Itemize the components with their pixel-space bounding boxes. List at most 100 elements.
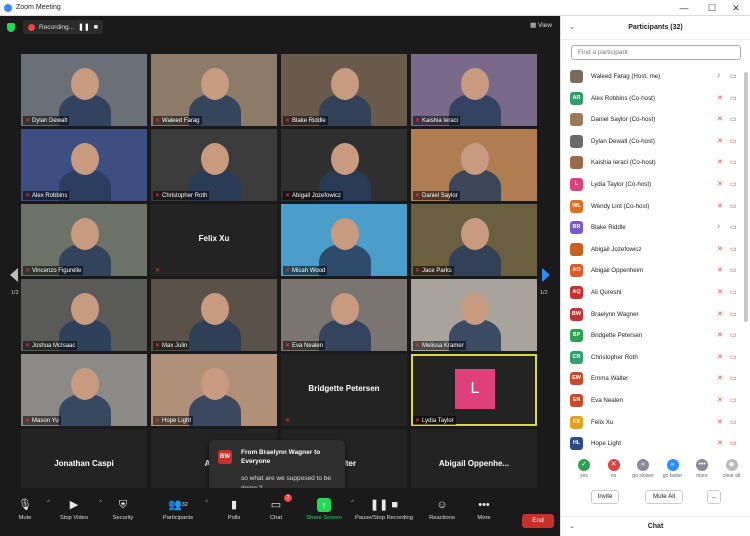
- participant-name-label: ✕ Jace Parks: [413, 266, 454, 275]
- video-tile[interactable]: ✕ Joshua McIsaac: [21, 279, 147, 351]
- page-indicator-left: 1/2: [11, 290, 19, 296]
- muted-mic-icon: ✕: [717, 332, 723, 340]
- video-camera-icon: ▭: [730, 73, 737, 80]
- participant-name: Joshua McIsaac: [32, 343, 76, 349]
- participant-name: Alex Robbins: [32, 193, 68, 199]
- more-options-button[interactable]: ...: [707, 490, 721, 504]
- chevron-up-icon[interactable]: ^: [99, 500, 102, 506]
- participant-row[interactable]: L Lydia Taylor (Co-host) ✕ ▭: [561, 174, 743, 195]
- participant-row[interactable]: BW Braelynn Wagner ✕ ▭: [561, 304, 743, 325]
- participant-row[interactable]: WL Wendy Lint (Co-host) ✕ ▭: [561, 196, 743, 217]
- video-tile[interactable]: ✕ Dylan Dewalt: [21, 54, 147, 126]
- participant-list-scrollbar[interactable]: [744, 72, 748, 322]
- zoom-logo-icon: [4, 3, 12, 12]
- participant-row[interactable]: Dylan Dewalt (Co-host) ✕ ▭: [561, 131, 743, 152]
- participant-row[interactable]: Abigail Jozefowicz ✕ ▭: [561, 239, 743, 260]
- video-tile[interactable]: ✕ Christopher Roth: [151, 129, 277, 201]
- participant-search-input[interactable]: [571, 45, 741, 60]
- minimize-button[interactable]: —: [670, 0, 698, 16]
- mute-all-button[interactable]: Mute All: [645, 490, 683, 504]
- pause-recording-icon[interactable]: ❚❚: [78, 23, 90, 31]
- next-page-icon[interactable]: [542, 268, 550, 282]
- more-button[interactable]: ••• More: [470, 488, 498, 536]
- chevron-down-icon[interactable]: ⌄: [569, 517, 575, 536]
- participant-avatar: BW: [570, 307, 583, 321]
- previous-page-icon[interactable]: [10, 268, 18, 282]
- video-tile[interactable]: ✕ Blake Riddle: [281, 54, 407, 126]
- video-tile[interactable]: ✕ Hope Light: [151, 354, 277, 426]
- share-screen-button[interactable]: ↑ Share Screen ^: [302, 488, 354, 536]
- muted-mic-icon: ✕: [285, 418, 291, 424]
- reaction-label: go slower: [632, 473, 654, 479]
- participant-row[interactable]: Waleed Farag (Host, me) ♪ ▭: [561, 66, 743, 87]
- video-tile[interactable]: ✕ Micah Wood: [281, 204, 407, 276]
- video-tile[interactable]: ✕ Jace Parks: [411, 204, 537, 276]
- chat-button[interactable]: ▭ 2 Chat: [262, 488, 292, 536]
- reactions-button[interactable]: ☺ Reactions: [424, 488, 460, 536]
- video-tile[interactable]: Felix Xu ✕: [151, 204, 277, 276]
- video-tile[interactable]: ✕ Daniel Saylor: [411, 129, 537, 201]
- microphone-icon: ♪: [717, 223, 721, 231]
- end-meeting-button[interactable]: End: [522, 514, 554, 528]
- muted-mic-icon: ✕: [717, 289, 723, 296]
- participant-face: [71, 293, 99, 325]
- video-tile[interactable]: ✕ Waleed Farag: [151, 54, 277, 126]
- reaction-button[interactable]: » go faster: [658, 458, 688, 479]
- participants-button[interactable]: 👥32 Participants ^: [156, 488, 208, 536]
- chevron-up-icon[interactable]: ^: [205, 500, 208, 506]
- participant-row[interactable]: Kaishia Ieraci (Co-host) ✕ ▭: [561, 152, 743, 173]
- polls-button[interactable]: ▮ Polls: [220, 488, 248, 536]
- chevron-up-icon[interactable]: ^: [47, 500, 50, 506]
- video-tile[interactable]: ✕ Melissa Kramer: [411, 279, 537, 351]
- chat-section-header[interactable]: ⌄ Chat: [561, 516, 750, 536]
- participant-row[interactable]: BR Blake Riddle ♪ ▭: [561, 217, 743, 238]
- participant-row[interactable]: CR Christopher Roth ✕ ▭: [561, 347, 743, 368]
- reaction-button[interactable]: ••• more: [687, 458, 717, 479]
- shield-icon[interactable]: [7, 22, 15, 32]
- security-button[interactable]: ⛨ Security: [106, 488, 140, 536]
- view-button[interactable]: ▦ View: [530, 21, 552, 29]
- chat-section-title: Chat: [647, 523, 664, 530]
- participant-row[interactable]: BP Bridgette Petersen ✕ ▭: [561, 325, 743, 346]
- participant-row[interactable]: EN Eva Nealen ✕ ▭: [561, 390, 743, 411]
- video-tile[interactable]: ✕ Eva Nealen: [281, 279, 407, 351]
- reaction-button[interactable]: « go slower: [628, 458, 658, 479]
- participant-row[interactable]: AO Abigail Oppenheim ✕ ▭: [561, 260, 743, 281]
- muted-mic-icon: ✕: [155, 118, 161, 124]
- participant-row[interactable]: HL Hope Light ✕ ▭: [561, 433, 743, 454]
- mute-button[interactable]: 🎙 Mute ^: [8, 488, 50, 536]
- participant-name: Felix Xu: [591, 418, 614, 426]
- nonverbal-feedback-row: ✓ yes ✕ no « go slower » go faster ••• more ◆ clear…: [561, 458, 750, 488]
- video-tile[interactable]: ✕ Max Julin: [151, 279, 277, 351]
- chevron-down-icon[interactable]: ⌄: [569, 16, 575, 40]
- participant-face: [71, 218, 99, 250]
- security-label: Security: [112, 515, 134, 521]
- video-tile[interactable]: L ✕ Lydia Taylor: [411, 354, 537, 426]
- participant-name: Kaishia Ieraci: [422, 118, 459, 124]
- reaction-button[interactable]: ◆ clear all: [717, 458, 747, 479]
- participant-avatar: [570, 156, 583, 170]
- stop-video-button[interactable]: ▶ Stop Video ^: [54, 488, 102, 536]
- reaction-button[interactable]: ✓ yes: [569, 458, 599, 479]
- close-button[interactable]: ✕: [722, 0, 750, 16]
- participant-row[interactable]: EW Emma Walter ✕ ▭: [561, 368, 743, 389]
- video-tile[interactable]: ✕ Mason Yu: [21, 354, 147, 426]
- muted-mic-icon: ✕: [285, 193, 291, 199]
- invite-button[interactable]: Invite: [591, 490, 619, 504]
- participant-avatar: [570, 70, 583, 83]
- muted-mic-icon: ✕: [717, 440, 723, 448]
- participant-face: [331, 293, 359, 325]
- video-tile[interactable]: ✕ Alex Robbins: [21, 129, 147, 201]
- reaction-button[interactable]: ✕ no: [599, 458, 629, 479]
- participant-row[interactable]: Daniel Saylor (Co-host) ✕ ▭: [561, 109, 743, 130]
- participant-name: Blake Riddle: [591, 224, 626, 232]
- video-tile[interactable]: Bridgette Petersen ✕: [281, 354, 407, 426]
- video-tile[interactable]: ✕ Kaishia Ieraci: [411, 54, 537, 126]
- participant-row[interactable]: AQ Ali Qureshi ✕ ▭: [561, 282, 743, 303]
- video-tile[interactable]: ✕ Abigail Jozefowicz: [281, 129, 407, 201]
- stop-recording-icon[interactable]: ■: [94, 24, 98, 31]
- video-tile[interactable]: ✕ Vincenzo Figurelle: [21, 204, 147, 276]
- participant-row[interactable]: AR Alex Robbins (Co-host) ✕ ▭: [561, 88, 743, 109]
- pause-stop-recording-button[interactable]: ❚❚ ■ Pause/Stop Recording: [352, 488, 416, 536]
- participant-row[interactable]: FX Felix Xu ✕ ▭: [561, 412, 743, 433]
